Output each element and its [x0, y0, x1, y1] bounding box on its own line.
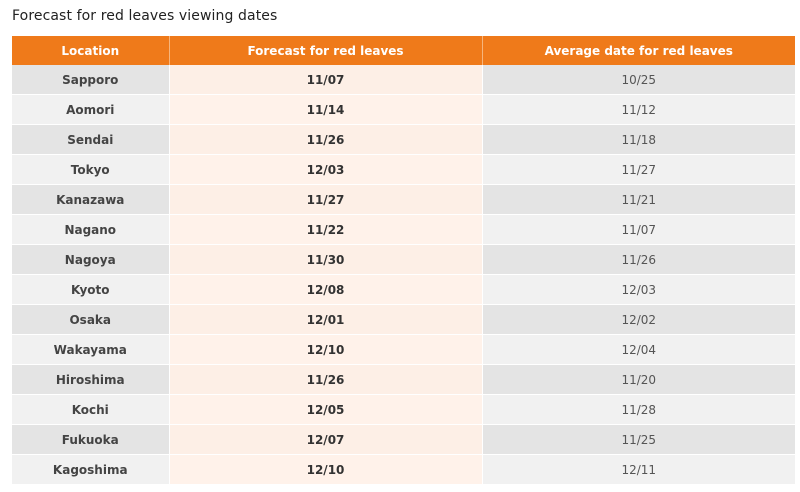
cell-average: 11/07	[482, 214, 795, 245]
cell-forecast: 12/05	[169, 394, 483, 425]
table-row: Sendai 11/26 11/18	[12, 124, 795, 155]
column-header-location: Location	[12, 36, 170, 65]
table-row: Kyoto 12/08 12/03	[12, 274, 795, 305]
cell-forecast: 12/10	[169, 454, 483, 485]
table-row: Aomori 11/14 11/12	[12, 94, 795, 125]
cell-average: 11/18	[482, 124, 795, 155]
cell-average: 11/12	[482, 94, 795, 125]
table-row: Tokyo 12/03 11/27	[12, 154, 795, 185]
cell-average: 11/27	[482, 154, 795, 185]
cell-forecast: 11/30	[169, 244, 483, 275]
cell-average: 11/21	[482, 184, 795, 215]
cell-location: Kanazawa	[12, 184, 170, 215]
table-row: Nagoya 11/30 11/26	[12, 244, 795, 275]
cell-forecast: 11/26	[169, 364, 483, 395]
cell-average: 12/03	[482, 274, 795, 305]
forecast-table-container: Location Forecast for red leaves Average…	[12, 36, 795, 485]
cell-forecast: 12/01	[169, 304, 483, 335]
cell-forecast: 11/22	[169, 214, 483, 245]
cell-location: Kagoshima	[12, 454, 170, 485]
table-row: Fukuoka 12/07 11/25	[12, 424, 795, 455]
cell-forecast: 12/07	[169, 424, 483, 455]
header-row: Location Forecast for red leaves Average…	[12, 36, 795, 65]
cell-average: 11/25	[482, 424, 795, 455]
cell-average: 12/11	[482, 454, 795, 485]
cell-average: 12/02	[482, 304, 795, 335]
table-row: Kanazawa 11/27 11/21	[12, 184, 795, 215]
cell-average: 10/25	[482, 65, 795, 95]
cell-average: 11/28	[482, 394, 795, 425]
table-header: Location Forecast for red leaves Average…	[12, 36, 795, 65]
forecast-table: Location Forecast for red leaves Average…	[12, 36, 795, 485]
cell-location: Nagano	[12, 214, 170, 245]
cell-location: Fukuoka	[12, 424, 170, 455]
table-body: Sapporo 11/07 10/25 Aomori 11/14 11/12 Sendai 1…	[12, 65, 795, 485]
cell-forecast: 12/08	[169, 274, 483, 305]
cell-average: 11/26	[482, 244, 795, 275]
column-header-forecast: Forecast for red leaves	[169, 36, 483, 65]
page-title: Forecast for red leaves viewing dates	[12, 8, 278, 24]
cell-average: 12/04	[482, 334, 795, 365]
table-row: Wakayama 12/10 12/04	[12, 334, 795, 365]
table-row: Sapporo 11/07 10/25	[12, 65, 795, 95]
cell-average: 11/20	[482, 364, 795, 395]
table-row: Nagano 11/22 11/07	[12, 214, 795, 245]
cell-location: Hiroshima	[12, 364, 170, 395]
cell-location: Aomori	[12, 94, 170, 125]
cell-forecast: 11/27	[169, 184, 483, 215]
column-header-average: Average date for red leaves	[482, 36, 795, 65]
cell-forecast: 11/26	[169, 124, 483, 155]
cell-forecast: 12/03	[169, 154, 483, 185]
cell-location: Kyoto	[12, 274, 170, 305]
cell-forecast: 11/14	[169, 94, 483, 125]
table-row: Hiroshima 11/26 11/20	[12, 364, 795, 395]
cell-forecast: 12/10	[169, 334, 483, 365]
cell-location: Nagoya	[12, 244, 170, 275]
cell-location: Tokyo	[12, 154, 170, 185]
cell-location: Sendai	[12, 124, 170, 155]
cell-forecast: 11/07	[169, 65, 483, 95]
table-row: Osaka 12/01 12/02	[12, 304, 795, 335]
cell-location: Wakayama	[12, 334, 170, 365]
cell-location: Kochi	[12, 394, 170, 425]
table-row: Kochi 12/05 11/28	[12, 394, 795, 425]
cell-location: Osaka	[12, 304, 170, 335]
cell-location: Sapporo	[12, 65, 170, 95]
table-row: Kagoshima 12/10 12/11	[12, 454, 795, 485]
